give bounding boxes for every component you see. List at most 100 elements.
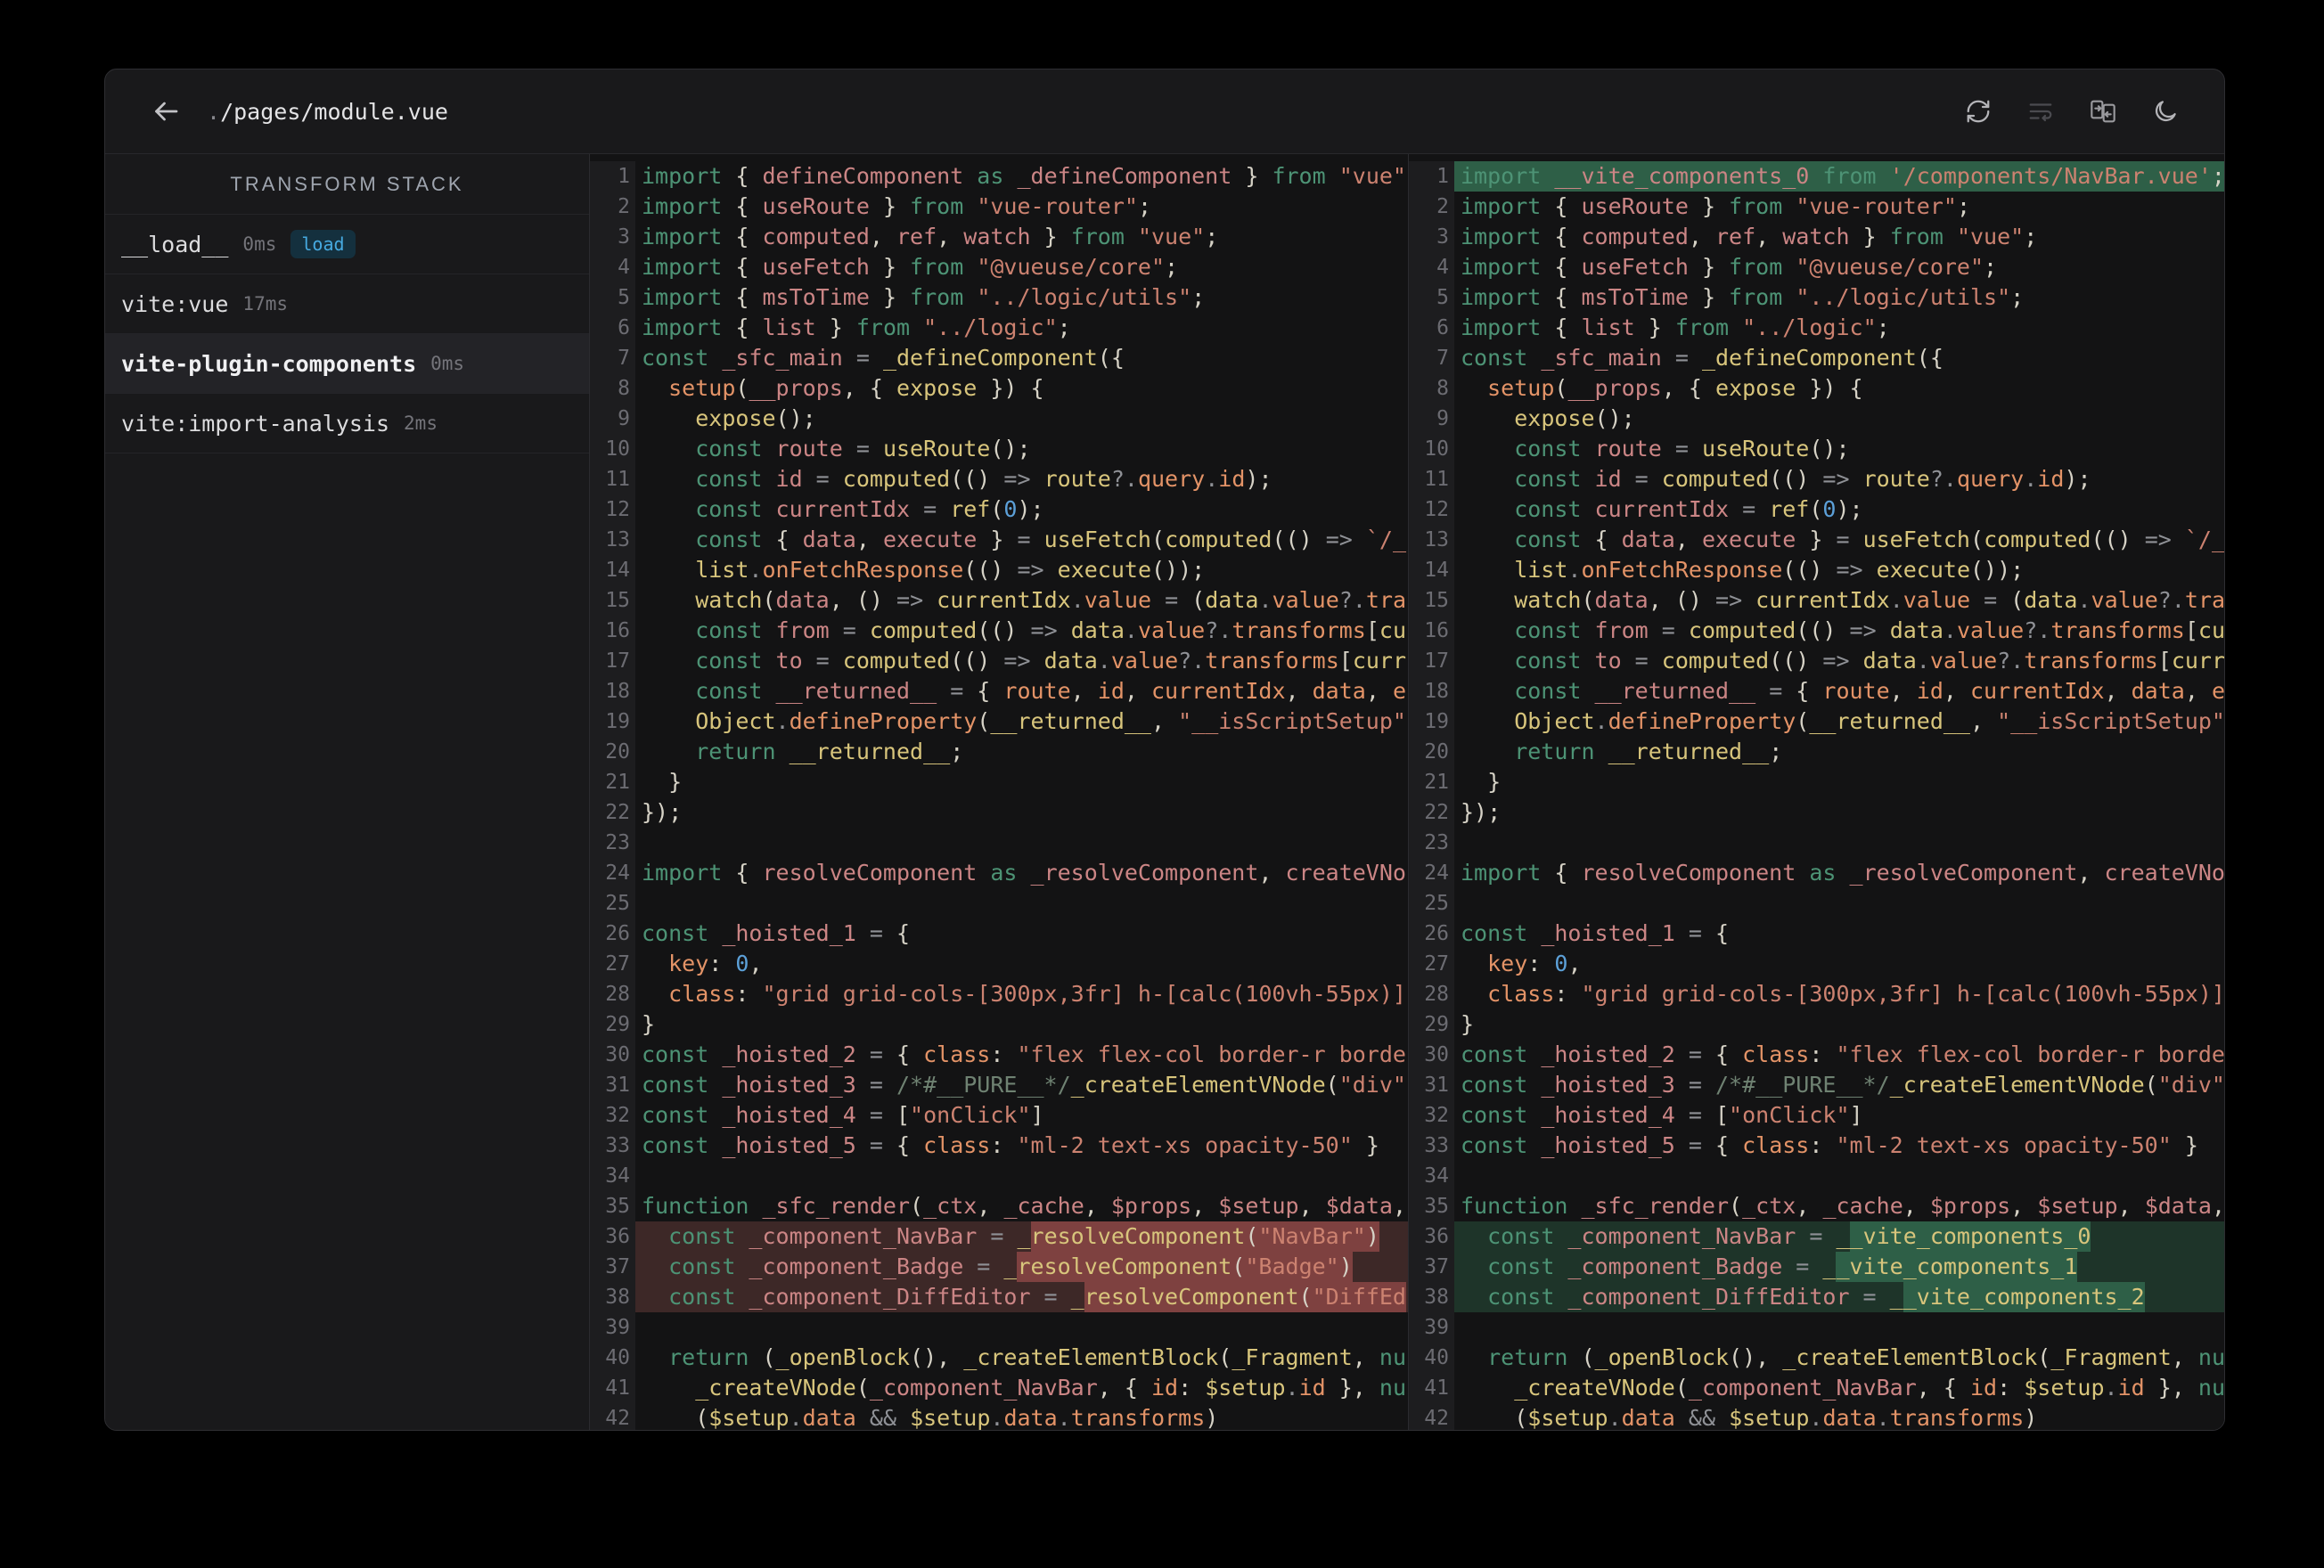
line-number: 9 — [590, 404, 635, 434]
code-line: 29} — [1409, 1009, 2224, 1040]
sidebar-item-vite-plugin-components[interactable]: vite-plugin-components 0ms — [105, 334, 589, 394]
load-badge: load — [290, 230, 356, 258]
line-number: 18 — [1409, 676, 1454, 706]
code-text: const _hoisted_3 = /*#__PURE__*/_createE… — [1461, 1072, 2225, 1098]
line-number: 3 — [590, 222, 635, 252]
code-line: 27 key: 0, — [1409, 949, 2224, 979]
line-number: 16 — [590, 616, 635, 646]
line-number: 23 — [590, 828, 635, 858]
code-line: 15 watch(data, () => currentIdx.value = … — [1409, 585, 2225, 616]
code-line: 24 import { resolveComponent as _resolveC… — [590, 858, 1408, 888]
line-number: 37 — [1409, 1252, 1454, 1282]
line-number: 12 — [1409, 494, 1454, 525]
diff-view-button[interactable] — [2089, 97, 2117, 126]
code-line: 2 import { useRoute } from "vue-router"; — [1409, 192, 2224, 222]
code-line: 18 const __returned__ = { route, id, cur… — [1409, 676, 2224, 706]
code-text: watch(data, () => currentIdx.value = (da… — [1461, 587, 2225, 613]
code-text: import { defineComponent as _defineCompo… — [642, 163, 1406, 189]
code-text: return __returned__; — [642, 739, 964, 764]
code-text: ($setup.data && $setup.data.transforms) — [1461, 1405, 2038, 1431]
code-text: expose(); — [695, 405, 816, 431]
line-number: 27 — [1409, 949, 1454, 979]
code-text: const currentIdx = ref(0); — [1461, 496, 1863, 522]
code-line: 19 Object.defineProperty(__returned__, "… — [1409, 706, 2225, 737]
code-text: const _hoisted_1 = { — [642, 920, 911, 946]
line-number: 17 — [1409, 646, 1454, 676]
code-line: 2 import { useRoute } from "vue-router"; — [590, 192, 1408, 222]
line-number: 32 — [590, 1100, 635, 1131]
wrap-lines-button[interactable] — [2026, 97, 2055, 126]
code-text: const _hoisted_2 = { class: "flex flex-c… — [642, 1041, 1406, 1067]
line-number: 30 — [1409, 1040, 1454, 1070]
line-number: 6 — [590, 313, 635, 343]
code-line: 18 const __returned__ = { route, id, cur… — [590, 676, 1408, 706]
plugin-name: vite:import-analysis — [121, 410, 390, 437]
code-text: const _hoisted_5 = { class: "ml-2 text-x… — [642, 1132, 1379, 1158]
code-line: 38 const _component_DiffEditor = __vite_… — [1409, 1282, 2224, 1312]
sidebar-item-vite:vue[interactable]: vite:vue 17ms — [105, 274, 589, 334]
sidebar-item-vite:import-analysis[interactable]: vite:import-analysis 2ms — [105, 394, 589, 453]
code-text: import { useRoute } from "vue-router"; — [1461, 193, 1970, 219]
code-line: 1 import { defineComponent as _defineComp… — [590, 161, 1408, 192]
file-title: ./pages/module.vue — [207, 99, 448, 125]
code-line: 9 expose(); — [590, 404, 1408, 434]
code-text: } — [642, 769, 683, 795]
code-line: 34 — [590, 1161, 1408, 1191]
code-line: 39 — [1409, 1312, 2224, 1343]
code-line: 42 ($setup.data && $setup.data.transform… — [590, 1403, 1408, 1430]
dark-mode-moon-icon — [2155, 101, 2176, 122]
line-number: 15 — [590, 585, 635, 616]
code-text: const _sfc_main = _defineComponent({ — [642, 345, 1125, 371]
code-text: const _sfc_main = _defineComponent({ — [1461, 345, 1943, 371]
diff-pane-before[interactable]: 1 import { defineComponent as _defineComp… — [589, 154, 1408, 1430]
code-text: Object.defineProperty(__returned__, "__i… — [642, 708, 1406, 734]
code-text: import { list } from "../logic"; — [1461, 314, 1890, 340]
line-number: 35 — [1409, 1191, 1454, 1221]
line-number: 9 — [1409, 404, 1454, 434]
line-number: 35 — [590, 1191, 635, 1221]
code-text: setup(__props, { expose }) { — [668, 375, 1044, 401]
code-line: 25 — [590, 888, 1408, 919]
code-line: 5 import { msToTime } from "../logic/util… — [1409, 282, 2224, 313]
code-line: 19 Object.defineProperty(__returned__, "… — [590, 706, 1408, 737]
code-line: 23 — [590, 828, 1408, 858]
code-line: 7 const _sfc_main = _defineComponent({ — [1409, 343, 2224, 373]
line-number: 36 — [1409, 1221, 1454, 1252]
inspect-window: ./pages/module.vue TRANSFORM STACK __loa… — [104, 69, 2225, 1431]
code-text: } — [642, 1011, 656, 1037]
code-line: 35 function _sfc_render(_ctx, _cache, $pr… — [1409, 1191, 2224, 1221]
line-number: 16 — [1409, 616, 1454, 646]
code-text: const _hoisted_5 = { class: "ml-2 text-x… — [1461, 1132, 2198, 1158]
line-number: 1 — [1409, 161, 1454, 192]
arrow-left-icon — [155, 102, 178, 121]
dark-mode-toggle[interactable] — [2151, 97, 2180, 126]
line-number: 23 — [1409, 828, 1454, 858]
wrap-lines-icon — [2029, 103, 2052, 122]
code-text: const id = computed(() => route?.query.i… — [642, 466, 1272, 492]
code-line: 40 return (_openBlock(), _createElementB… — [590, 1343, 1408, 1373]
file-title-prefix: . — [207, 98, 221, 125]
line-number: 17 — [590, 646, 635, 676]
refresh-button[interactable] — [1964, 97, 1993, 126]
code-text: _createVNode(_component_NavBar, { id: $s… — [1514, 1375, 2225, 1401]
code-line: 28 class: "grid grid-cols-[300px,3fr] h-… — [1409, 979, 2224, 1009]
plugin-time: 0ms — [430, 353, 465, 374]
back-button[interactable] — [146, 92, 185, 131]
plugin-time: 17ms — [242, 293, 288, 314]
line-number: 1 — [590, 161, 635, 192]
code-text: Object.defineProperty(__returned__, "__i… — [1461, 708, 2225, 734]
code-text: _createVNode(_component_NavBar, { id: $s… — [695, 1375, 1407, 1401]
code-line: 31 const _hoisted_3 = /*#__PURE__*/_creat… — [590, 1070, 1408, 1100]
code-text: const __returned__ = { route, id, curren… — [642, 678, 1407, 704]
diff-editor: 1 import { defineComponent as _defineComp… — [589, 154, 2225, 1431]
code-text: import { useFetch } from "@vueuse/core"; — [1461, 254, 1998, 280]
refresh-icon — [1967, 100, 1990, 123]
diff-pane-after[interactable]: 1 import __vite_components_0 from '/compo… — [1408, 154, 2225, 1431]
sidebar-item-__load__[interactable]: __load__ 0ms load — [105, 215, 589, 274]
code-line: 17 const to = computed(() => data.value?… — [590, 646, 1408, 676]
line-number: 34 — [590, 1161, 635, 1191]
line-number: 27 — [590, 949, 635, 979]
